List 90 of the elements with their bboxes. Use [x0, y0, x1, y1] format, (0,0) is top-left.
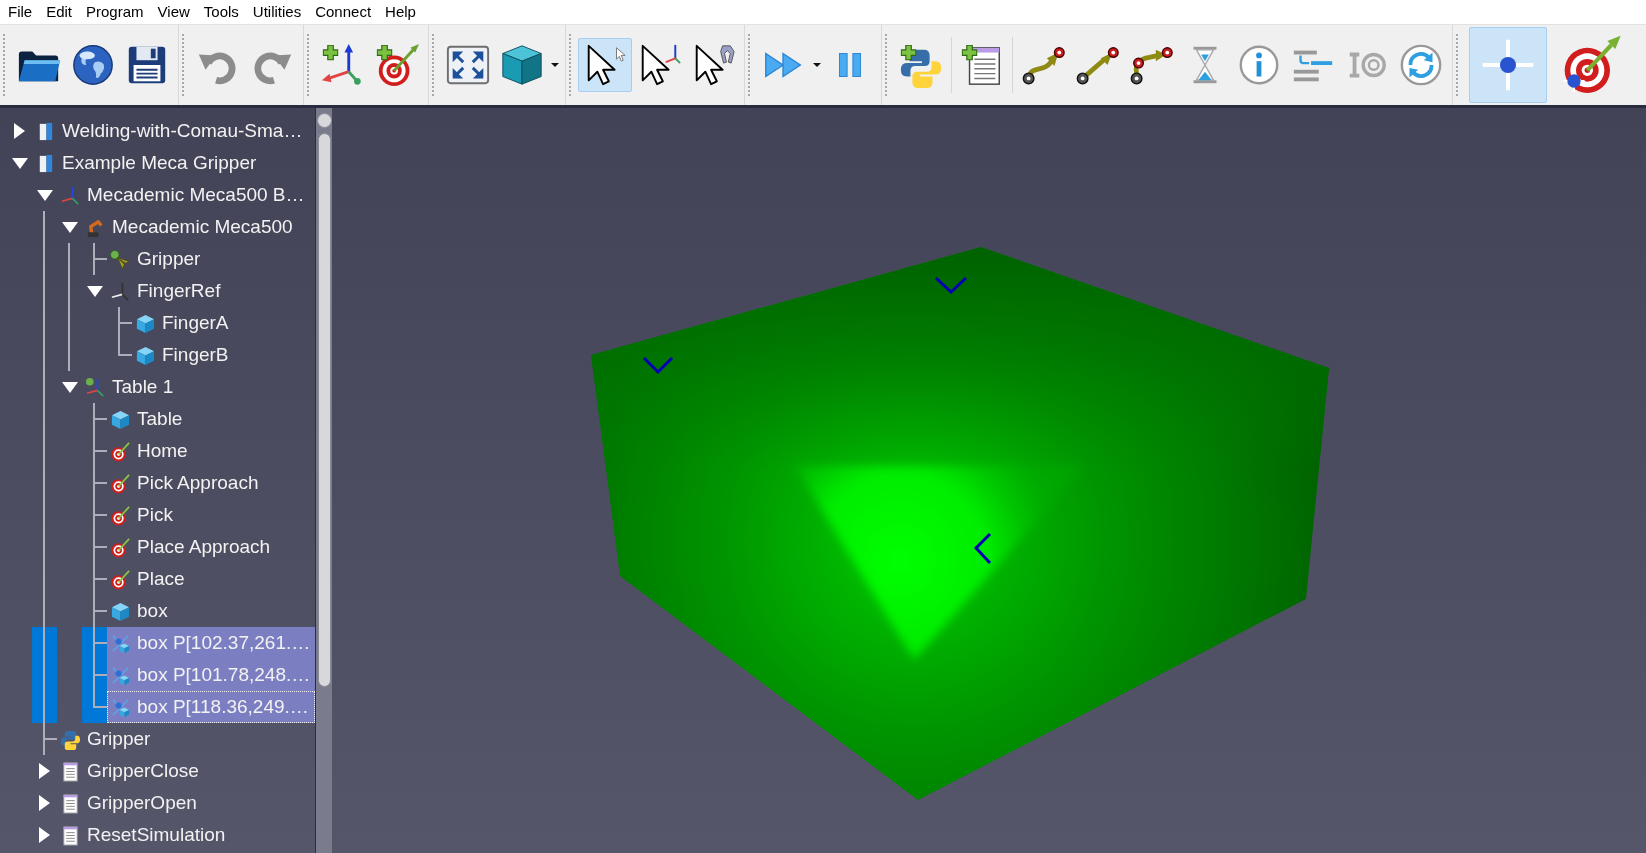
tree-branch-line	[93, 627, 107, 659]
tree-item[interactable]: GripperClose	[57, 755, 203, 787]
tree-item[interactable]: Mecademic Meca500	[82, 211, 297, 243]
expander-arrow-icon[interactable]	[14, 123, 25, 139]
tree-branch-line	[93, 563, 107, 595]
menu-item[interactable]: Program	[79, 2, 151, 22]
scroll-up-button[interactable]	[316, 113, 332, 128]
tree-item[interactable]: FingerB	[132, 339, 233, 371]
caret-icon	[551, 63, 559, 67]
tree-item[interactable]: ResetSimulation	[57, 819, 230, 851]
tree-item[interactable]: FingerA	[132, 307, 233, 339]
tree-item[interactable]: Example Meca Gripper	[32, 147, 261, 179]
caret-icon	[813, 63, 821, 67]
tree-item[interactable]: Mecademic Meca500 B…	[57, 179, 309, 211]
tree-branch-line	[93, 243, 107, 275]
expander-arrow-icon[interactable]	[61, 221, 78, 233]
target-icon	[110, 536, 131, 558]
tree-item[interactable]: Pick	[107, 499, 177, 531]
cube-icon	[135, 312, 156, 334]
menu-item[interactable]: Tools	[196, 2, 246, 22]
expander-arrow-icon[interactable]	[11, 157, 28, 169]
scrollbar-thumb[interactable]	[317, 133, 331, 687]
tree-item[interactable]: Gripper	[57, 723, 155, 755]
globe-icon	[70, 42, 116, 88]
target-icon	[110, 472, 131, 494]
tree-item[interactable]: Pick Approach	[107, 467, 263, 499]
tree-item[interactable]: Gripper	[107, 243, 205, 275]
toolbar-handle[interactable]	[307, 34, 311, 96]
tree-branch-line	[93, 595, 107, 627]
point-icon	[110, 632, 131, 654]
add-target-icon	[374, 42, 420, 88]
select-button[interactable]	[578, 38, 632, 92]
program-icon	[60, 792, 81, 814]
toolbar-handle[interactable]	[748, 34, 752, 96]
python-icon	[60, 728, 81, 750]
tree-branch-line	[93, 531, 107, 563]
expander-arrow-icon[interactable]	[39, 827, 50, 843]
menu-item[interactable]: View	[150, 2, 197, 22]
tree-item[interactable]: Table	[107, 403, 187, 435]
add-python-icon	[898, 42, 944, 88]
program-icon	[60, 824, 81, 846]
axes-icon	[110, 280, 131, 302]
toolbar-handle[interactable]	[432, 34, 436, 96]
point-icon	[110, 696, 131, 718]
cube-icon	[110, 408, 131, 430]
toolbar-handle[interactable]	[885, 34, 889, 96]
target-mode-button[interactable]	[1469, 27, 1547, 103]
menu-item[interactable]: Help	[378, 2, 423, 22]
tree-branch-line	[93, 435, 107, 467]
tree-item[interactable]: Place Approach	[107, 531, 275, 563]
expander-arrow-icon[interactable]	[61, 381, 78, 393]
toolbar-handle[interactable]	[569, 34, 573, 96]
left-chevron-icon	[973, 532, 992, 565]
tree-branch-line	[93, 467, 107, 499]
tree-item[interactable]: Table 1	[82, 371, 178, 403]
expander-arrow-icon[interactable]	[39, 795, 50, 811]
tree-branch-line	[43, 723, 57, 755]
program-icon	[60, 760, 81, 782]
toolbar-handle[interactable]	[182, 34, 186, 96]
cube-icon	[110, 600, 131, 622]
expander-arrow-icon[interactable]	[39, 763, 50, 779]
menu-item[interactable]: File	[1, 2, 40, 22]
menu-item[interactable]: Connect	[308, 2, 379, 22]
tree-item[interactable]: Place	[107, 563, 189, 595]
toolbar-handle[interactable]	[3, 34, 7, 96]
tree-branch-line	[93, 499, 107, 531]
expander-arrow-icon[interactable]	[86, 285, 103, 297]
tree-item[interactable]: GripperOpen	[57, 787, 201, 819]
axes-dot-icon	[85, 376, 106, 398]
tree-item[interactable]: box	[107, 595, 172, 627]
menu-item[interactable]: Edit	[39, 2, 80, 22]
down-chevron-icon	[642, 356, 674, 375]
refresh-icon	[1398, 42, 1444, 88]
tree-item[interactable]: Home	[107, 435, 192, 467]
target-icon	[110, 504, 131, 526]
axes-icon	[60, 184, 81, 206]
target-icon	[110, 440, 131, 462]
expander-arrow-icon[interactable]	[36, 189, 53, 201]
cube-icon	[499, 42, 545, 88]
point-icon	[110, 664, 131, 686]
down-chevron-icon	[934, 276, 968, 295]
tree-item[interactable]: Welding-with-Comau-Sma…	[32, 115, 307, 147]
tree-item[interactable]: FingerRef	[107, 275, 225, 307]
tree-branch-line	[93, 403, 107, 435]
cube-icon	[135, 344, 156, 366]
target-icon	[110, 568, 131, 590]
toolbar-handle[interactable]	[1456, 34, 1460, 96]
gripper-icon	[110, 248, 131, 270]
scrollbar-track[interactable]	[315, 108, 332, 853]
menu-item[interactable]: Utilities	[245, 2, 309, 22]
